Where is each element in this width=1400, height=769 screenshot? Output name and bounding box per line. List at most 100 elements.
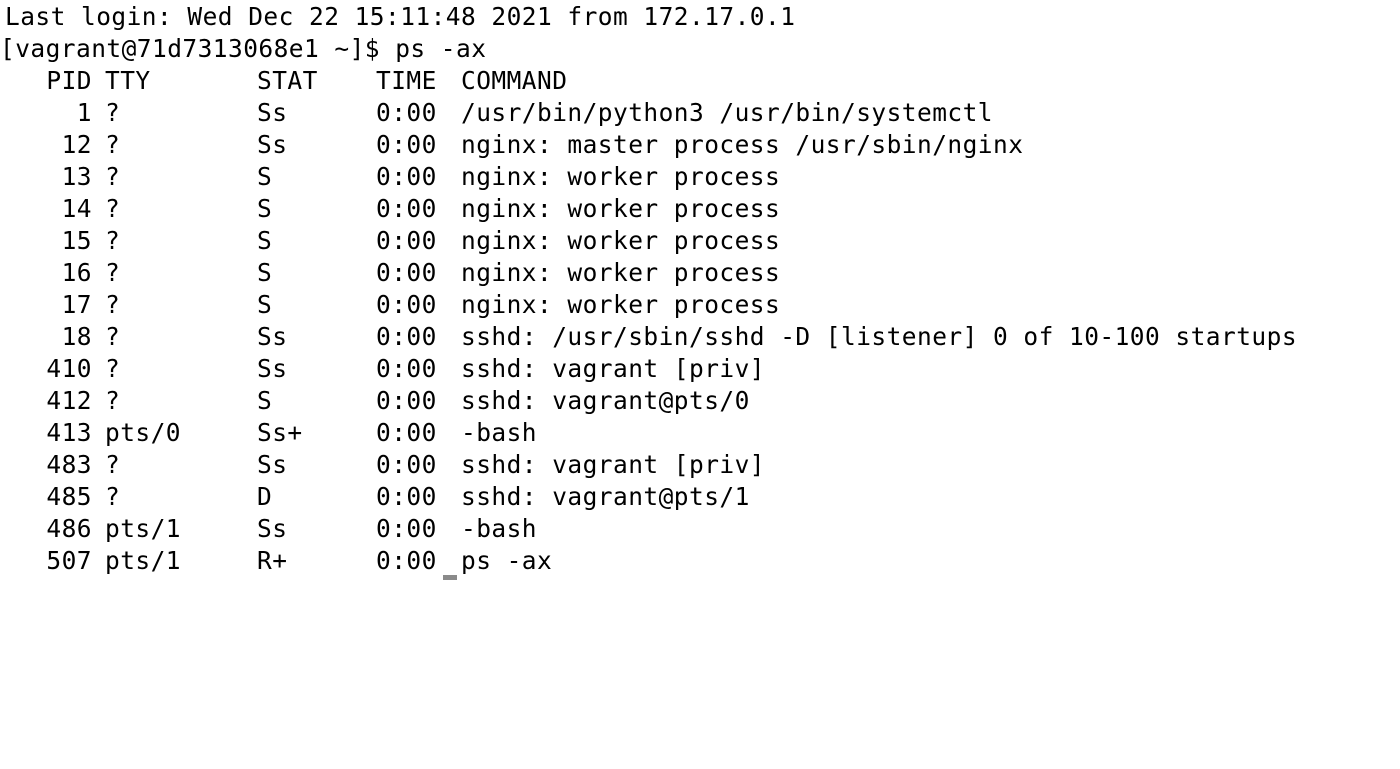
pid-cell: 485 xyxy=(46,482,92,511)
stat-cell: Ss+ xyxy=(257,418,303,447)
process-row: 18 ? Ss 0:00 sshd: /usr/sbin/sshd -D [li… xyxy=(0,321,1297,353)
stat-cell: S xyxy=(257,290,273,319)
process-row: 17 ? S 0:00 nginx: worker process xyxy=(0,289,780,321)
time-cell: 0:00 xyxy=(376,258,437,287)
stat-cell: S xyxy=(257,162,273,191)
tty-cell: pts/0 xyxy=(105,418,182,447)
time-cell: 0:00 xyxy=(376,386,437,415)
command-cell: nginx: worker process xyxy=(461,290,781,319)
command-prompt-line: [vagrant@71d7313068e1 ~]$ ps -ax xyxy=(0,34,487,63)
process-table: PID TTY STAT TIME COMMAND 1 ? Ss 0:00 /u… xyxy=(0,65,1297,577)
command-cell: -bash xyxy=(461,514,538,543)
command-cell: sshd: vagrant@pts/0 xyxy=(461,386,750,415)
stat-cell: Ss xyxy=(257,514,288,543)
tty-cell: ? xyxy=(105,450,121,479)
pid-cell: 486 xyxy=(46,514,92,543)
stat-cell: S xyxy=(257,386,273,415)
command-header: COMMAND xyxy=(461,66,568,95)
command-cell: nginx: worker process xyxy=(461,258,781,287)
time-cell: 0:00 xyxy=(376,514,437,543)
terminal-cursor xyxy=(443,575,457,580)
pid-cell: 18 xyxy=(61,322,92,351)
process-row: 483 ? Ss 0:00 sshd: vagrant [priv] xyxy=(0,449,764,481)
tty-cell: ? xyxy=(105,290,121,319)
tty-cell: ? xyxy=(105,482,121,511)
time-cell: 0:00 xyxy=(376,162,437,191)
time-cell: 0:00 xyxy=(376,290,437,319)
process-table-header: PID TTY STAT TIME COMMAND xyxy=(0,65,567,97)
time-cell: 0:00 xyxy=(376,546,437,575)
process-row: 12 ? Ss 0:00 nginx: master process /usr/… xyxy=(0,129,1023,161)
stat-cell: S xyxy=(257,194,273,223)
pid-cell: 17 xyxy=(61,290,92,319)
tty-header: TTY xyxy=(105,66,151,95)
process-row: 486 pts/1 Ss 0:00 -bash xyxy=(0,513,536,545)
stat-cell: Ss xyxy=(257,450,288,479)
tty-cell: ? xyxy=(105,354,121,383)
tty-cell: ? xyxy=(105,98,121,127)
command-cell: nginx: worker process xyxy=(461,194,781,223)
pid-cell: 413 xyxy=(46,418,92,447)
process-row: 412 ? S 0:00 sshd: vagrant@pts/0 xyxy=(0,385,749,417)
terminal-window[interactable]: Last login: Wed Dec 22 15:11:48 2021 fro… xyxy=(0,0,1400,580)
command-cell: nginx: worker process xyxy=(461,162,781,191)
time-cell: 0:00 xyxy=(376,226,437,255)
command-cell: sshd: vagrant@pts/1 xyxy=(461,482,750,511)
pid-cell: 1 xyxy=(76,98,92,127)
time-cell: 0:00 xyxy=(376,130,437,159)
process-row: 1 ? Ss 0:00 /usr/bin/python3 /usr/bin/sy… xyxy=(0,97,993,129)
stat-cell: S xyxy=(257,258,273,287)
process-row: 485 ? D 0:00 sshd: vagrant@pts/1 xyxy=(0,481,749,513)
stat-header: STAT xyxy=(257,66,318,95)
stat-cell: Ss xyxy=(257,322,288,351)
stat-cell: Ss xyxy=(257,354,288,383)
process-row: 507 pts/1 R+ 0:00 ps -ax xyxy=(0,545,551,577)
pid-cell: 412 xyxy=(46,386,92,415)
command-cell: /usr/bin/python3 /usr/bin/systemctl xyxy=(461,98,994,127)
pid-cell: 12 xyxy=(61,130,92,159)
pid-header: PID xyxy=(46,66,92,95)
time-cell: 0:00 xyxy=(376,418,437,447)
pid-cell: 410 xyxy=(46,354,92,383)
tty-cell: pts/1 xyxy=(105,514,182,543)
stat-cell: D xyxy=(257,482,273,511)
tty-cell: ? xyxy=(105,386,121,415)
pid-cell: 15 xyxy=(61,226,92,255)
pid-cell: 14 xyxy=(61,194,92,223)
time-cell: 0:00 xyxy=(376,322,437,351)
process-row: 13 ? S 0:00 nginx: worker process xyxy=(0,161,780,193)
time-cell: 0:00 xyxy=(376,482,437,511)
pid-cell: 13 xyxy=(61,162,92,191)
pid-cell: 16 xyxy=(61,258,92,287)
tty-cell: ? xyxy=(105,194,121,223)
time-cell: 0:00 xyxy=(376,450,437,479)
pid-cell: 507 xyxy=(46,546,92,575)
tty-cell: ? xyxy=(105,162,121,191)
pid-cell: 483 xyxy=(46,450,92,479)
command-cell: -bash xyxy=(461,418,538,447)
tty-cell: pts/1 xyxy=(105,546,182,575)
stat-cell: S xyxy=(257,226,273,255)
time-cell: 0:00 xyxy=(376,98,437,127)
process-row: 14 ? S 0:00 nginx: worker process xyxy=(0,193,780,225)
last-login-line: Last login: Wed Dec 22 15:11:48 2021 fro… xyxy=(5,2,796,31)
tty-cell: ? xyxy=(105,322,121,351)
process-row: 15 ? S 0:00 nginx: worker process xyxy=(0,225,780,257)
stat-cell: Ss xyxy=(257,98,288,127)
command-cell: sshd: vagrant [priv] xyxy=(461,450,766,479)
tty-cell: ? xyxy=(105,130,121,159)
time-cell: 0:00 xyxy=(376,354,437,383)
tty-cell: ? xyxy=(105,226,121,255)
command-cell: nginx: worker process xyxy=(461,226,781,255)
process-row: 413 pts/0 Ss+ 0:00 -bash xyxy=(0,417,536,449)
tty-cell: ? xyxy=(105,258,121,287)
time-cell: 0:00 xyxy=(376,194,437,223)
stat-cell: R+ xyxy=(257,546,288,575)
process-row: 16 ? S 0:00 nginx: worker process xyxy=(0,257,780,289)
process-row: 410 ? Ss 0:00 sshd: vagrant [priv] xyxy=(0,353,764,385)
time-header: TIME xyxy=(376,66,437,95)
stat-cell: Ss xyxy=(257,130,288,159)
command-cell: sshd: /usr/sbin/sshd -D [listener] 0 of … xyxy=(461,322,1298,351)
command-cell: ps -ax xyxy=(461,546,553,575)
command-cell: nginx: master process /usr/sbin/nginx xyxy=(461,130,1024,159)
